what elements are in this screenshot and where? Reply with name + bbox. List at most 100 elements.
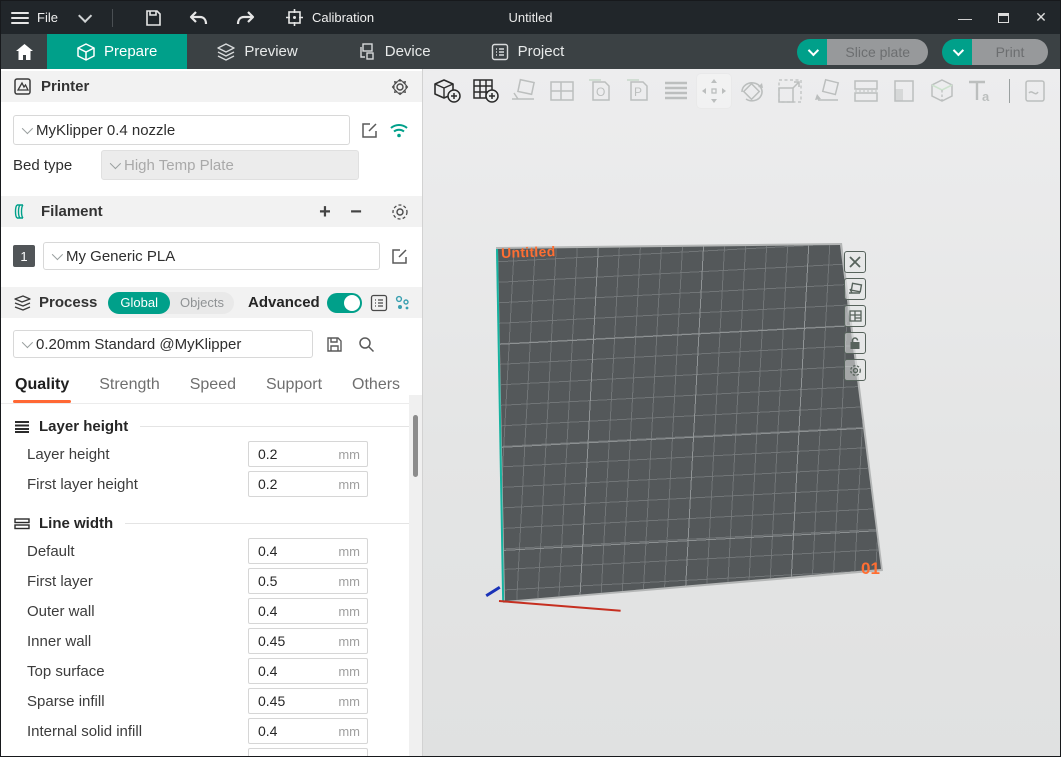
param-row: Sparse infill 0.45 mm [1,686,422,716]
calibration-button[interactable]: Calibration [285,8,374,28]
bed-type-select[interactable]: High Temp Plate [101,150,359,180]
calibration-icon [285,8,305,28]
undo-icon[interactable] [189,8,209,28]
filament-settings-icon[interactable] [390,202,410,222]
tab-speed[interactable]: Speed [190,370,236,403]
minimize-button[interactable]: — [946,1,984,34]
viewport-3d[interactable]: O P [423,69,1060,756]
preview-icon [217,43,235,61]
tab-preview[interactable]: Preview [187,34,327,69]
text-tool-icon[interactable]: a [963,74,997,108]
save-preset-icon[interactable] [323,333,345,355]
z-axis-arrow [485,586,500,597]
cut-tool-icon[interactable] [849,74,883,108]
printer-settings-icon[interactable] [390,77,410,97]
printer-section-header: Printer [1,71,422,102]
plate-orient-icon[interactable] [844,278,866,300]
print-button[interactable]: Print [972,39,1048,65]
scrollbar-thumb[interactable] [413,415,418,477]
slice-plate-button[interactable]: Slice plate [827,39,928,65]
plate-delete-icon[interactable] [844,251,866,273]
advanced-toggle[interactable] [327,293,363,313]
printer-preset-value: MyKlipper 0.4 nozzle [36,122,175,139]
printer-preset-select[interactable]: MyKlipper 0.4 nozzle [13,115,350,145]
outer-wall-line-width-input[interactable]: 0.4 mm [248,598,368,624]
add-model-icon[interactable] [431,74,465,108]
toolbar-divider [1009,79,1010,103]
default-line-width-input[interactable]: 0.4 mm [248,538,368,564]
title-bar: File Calibration Untitled — ✕ [1,1,1060,34]
redo-icon[interactable] [235,8,255,28]
tab-project[interactable]: Project [461,34,595,69]
app-window: File Calibration Untitled — ✕ [0,0,1061,757]
svg-text:P: P [634,85,642,99]
support-line-width-input[interactable]: 0.4 mm [248,748,368,756]
filament-edit-icon[interactable] [388,245,410,267]
plate-arrange-icon[interactable] [844,305,866,327]
chevron-down-icon[interactable] [78,8,92,22]
inner-wall-line-width-input[interactable]: 0.45 mm [248,628,368,654]
seam-painting-icon[interactable] [1018,74,1052,108]
device-icon [358,43,376,61]
sparse-infill-line-width-input[interactable]: 0.45 mm [248,688,368,714]
tab-strength[interactable]: Strength [99,370,159,403]
add-plate-icon[interactable] [469,74,503,108]
mesh-boolean-icon[interactable] [925,74,959,108]
search-icon[interactable] [355,333,377,355]
tab-quality[interactable]: Quality [15,370,69,403]
arrange-icon[interactable] [545,74,579,108]
param-row: Layer height 0.2 mm [1,439,422,469]
scope-objects-button[interactable]: Objects [170,295,234,310]
process-preset-select[interactable]: 0.20mm Standard @MyKlipper [13,330,313,358]
layer-height-input[interactable]: 0.2 mm [248,441,368,467]
save-icon[interactable] [143,8,163,28]
printer-connection-icon[interactable] [388,119,410,141]
variable-layers-icon[interactable] [659,74,693,108]
filament-preset-select[interactable]: My Generic PLA [43,242,380,270]
home-button[interactable] [1,34,47,69]
file-menu[interactable]: File [37,10,58,25]
plate-action-icons [844,251,866,381]
add-filament-button[interactable]: + [314,202,336,222]
internal-solid-infill-line-width-input[interactable]: 0.4 mm [248,718,368,744]
split-objects-icon[interactable]: O [583,74,617,108]
tab-prepare[interactable]: Prepare [47,34,187,69]
tab-device[interactable]: Device [328,34,461,69]
scale-tool-icon[interactable] [773,74,807,108]
plate-lock-icon[interactable] [844,332,866,354]
param-row: Support 0.4 mm [1,746,422,756]
scope-global-button[interactable]: Global [108,292,170,314]
filament-section-header: Filament + − [1,196,422,227]
chevron-down-icon [22,123,33,134]
bed-type-value: High Temp Plate [124,157,234,174]
tab-support[interactable]: Support [266,370,322,403]
line-width-icon [13,517,31,530]
slice-dropdown-button[interactable] [797,39,827,65]
sidebar-scrollbar[interactable] [409,395,422,756]
process-preset-value: 0.20mm Standard @MyKlipper [36,336,241,353]
close-button[interactable]: ✕ [1022,1,1060,34]
maximize-button[interactable] [984,1,1022,34]
param-row: Internal solid infill 0.4 mm [1,716,422,746]
first-layer-line-width-input[interactable]: 0.5 mm [248,568,368,594]
menu-icon[interactable] [11,12,29,24]
remove-filament-button[interactable]: − [345,202,367,222]
auto-orient-icon[interactable] [507,74,541,108]
rotate-tool-icon[interactable] [735,74,769,108]
plate-settings-icon[interactable] [844,359,866,381]
param-row: Outer wall 0.4 mm [1,596,422,626]
split-parts-icon[interactable]: P [621,74,655,108]
move-tool-icon[interactable] [697,74,731,108]
lay-on-face-icon[interactable] [811,74,845,108]
slice-plate-group: Slice plate [797,39,928,65]
process-scope-toggle: Global Objects [108,292,234,314]
compare-presets-icon[interactable] [395,293,410,313]
plate-name-label[interactable]: Untitled [501,243,556,261]
top-surface-line-width-input[interactable]: 0.4 mm [248,658,368,684]
first-layer-height-input[interactable]: 0.2 mm [248,471,368,497]
tab-others[interactable]: Others [352,370,400,403]
print-dropdown-button[interactable] [942,39,972,65]
parameter-table-icon[interactable] [369,293,388,313]
support-painting-icon[interactable] [887,74,921,108]
printer-edit-icon[interactable] [358,119,380,141]
